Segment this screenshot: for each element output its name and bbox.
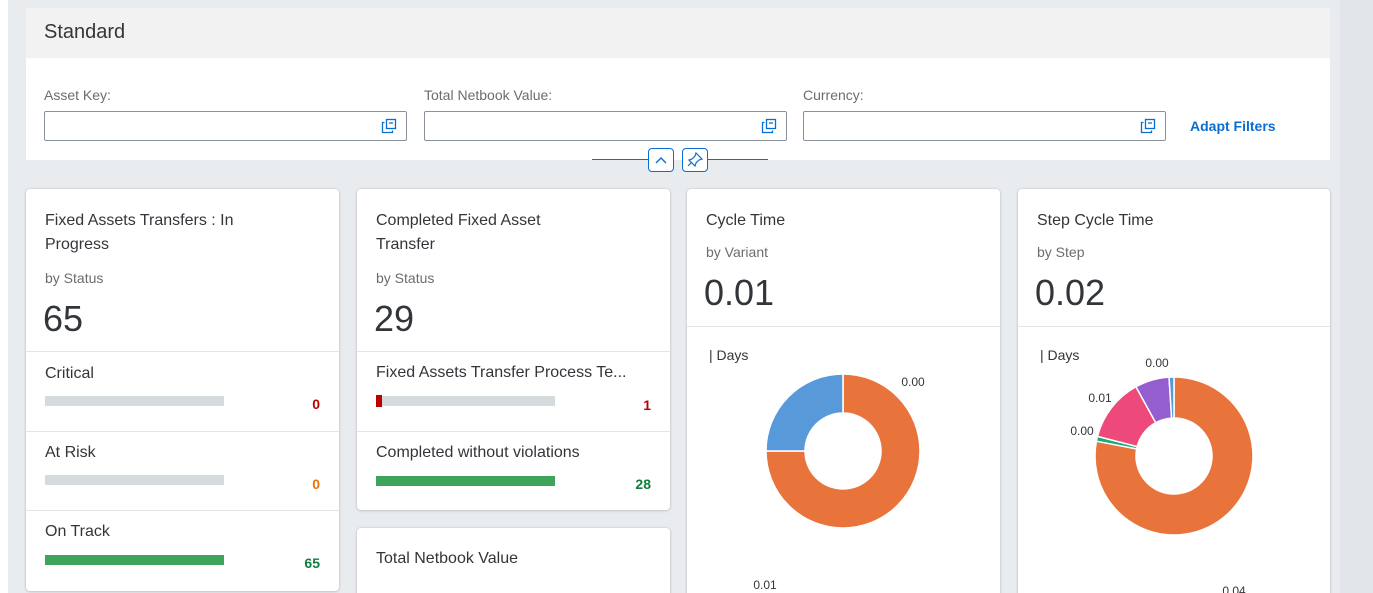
data-label: 0.00	[1145, 356, 1169, 370]
pin-icon	[687, 151, 704, 168]
bar-fill	[45, 555, 224, 565]
item-value-completed-without-violations: 28	[635, 476, 651, 492]
data-label: 0.00	[901, 375, 925, 389]
kpi-value: 29	[374, 298, 415, 339]
kpi-value: 65	[43, 298, 84, 339]
card-cycle-time[interactable]: Cycle Time by Variant 0.01 | Days 0.01 0.…	[687, 189, 1000, 593]
item-label-on-track: On Track	[45, 523, 110, 540]
value-help-icon[interactable]	[1140, 118, 1156, 134]
item-label-at-risk: At Risk	[45, 444, 96, 461]
asset-key-label: Asset Key:	[44, 87, 111, 103]
bar-on-track	[45, 555, 224, 565]
data-label: 0.01	[753, 578, 777, 592]
card-total-netbook-value[interactable]: Total Netbook Value	[357, 528, 670, 593]
divider	[357, 431, 670, 432]
card-fixed-assets-in-progress[interactable]: Fixed Assets Transfers : In Progress by …	[26, 189, 339, 591]
total-netbook-value-input[interactable]	[424, 111, 787, 141]
card-title-line2: Progress	[45, 236, 110, 253]
card-subtitle: by Step	[1037, 244, 1085, 260]
kpi-value: 0.01	[704, 272, 775, 313]
scrollbar-track[interactable]	[1340, 0, 1373, 593]
item-value-critical: 0	[312, 396, 320, 412]
data-label: 0.00	[1070, 424, 1094, 438]
donut-chart-step-cycle-time[interactable]: 0.04 0.00 0.01 0.00	[1018, 319, 1330, 593]
collapse-header-button[interactable]	[648, 148, 674, 172]
card-title: Total Netbook Value	[376, 550, 519, 567]
card-step-cycle-time[interactable]: Step Cycle Time by Step 0.02 | Days 0.04…	[1018, 189, 1330, 593]
item-label-critical: Critical	[45, 365, 94, 382]
card-title: Step Cycle Time	[1037, 212, 1154, 229]
bar-critical	[45, 396, 224, 406]
card-subtitle: by Status	[376, 270, 435, 286]
bar-completed-without-violations	[376, 476, 555, 486]
data-label: 0.04	[1222, 584, 1246, 593]
divider	[357, 351, 670, 352]
card-subtitle: by Variant	[706, 244, 768, 260]
left-edge	[0, 0, 8, 593]
card-title-line2: Transfer	[376, 236, 435, 253]
card-title: Cycle Time	[706, 212, 786, 229]
item-value-at-risk: 0	[312, 476, 320, 492]
divider	[26, 351, 339, 352]
card-subtitle: by Status	[45, 270, 104, 286]
value-help-icon[interactable]	[381, 118, 397, 134]
item-label-process-te: Fixed Assets Transfer Process Te...	[376, 364, 627, 381]
divider	[26, 510, 339, 511]
card-title-line1: Completed Fixed Asset	[376, 212, 541, 229]
divider	[26, 431, 339, 432]
filter-bar: Asset Key: Total Netbook Value: Currency…	[26, 58, 1330, 172]
collapse-line-left	[592, 159, 648, 160]
bar-at-risk	[45, 475, 224, 485]
bar-process-te	[376, 395, 555, 407]
item-value-process-te: 1	[643, 397, 651, 413]
bar-fill	[376, 476, 555, 486]
value-help-icon[interactable]	[761, 118, 777, 134]
pin-header-button[interactable]	[682, 148, 708, 172]
total-netbook-value-label: Total Netbook Value:	[424, 87, 553, 103]
bar-fill	[376, 395, 383, 407]
card-title-line1: Fixed Assets Transfers : In	[45, 212, 234, 229]
kpi-value: 0.02	[1035, 272, 1106, 313]
donut-chart-cycle-time[interactable]: 0.01 0.00	[687, 319, 1000, 593]
item-label-completed-without-violations: Completed without violations	[376, 444, 580, 461]
card-completed-fixed-asset-transfer[interactable]: Completed Fixed Asset Transfer by Status…	[357, 189, 670, 510]
item-value-on-track: 65	[304, 555, 320, 571]
adapt-filters-link[interactable]: Adapt Filters	[1190, 118, 1276, 134]
chevron-up-icon	[655, 157, 667, 164]
currency-input[interactable]	[803, 111, 1166, 141]
variant-title[interactable]: Standard	[44, 21, 125, 44]
donut-slice[interactable]	[765, 373, 844, 452]
currency-label: Currency:	[803, 87, 864, 103]
data-label: 0.01	[1088, 391, 1112, 405]
asset-key-input[interactable]	[44, 111, 407, 141]
filter-bar-header: Standard	[26, 8, 1330, 58]
collapse-line-right	[708, 159, 768, 160]
